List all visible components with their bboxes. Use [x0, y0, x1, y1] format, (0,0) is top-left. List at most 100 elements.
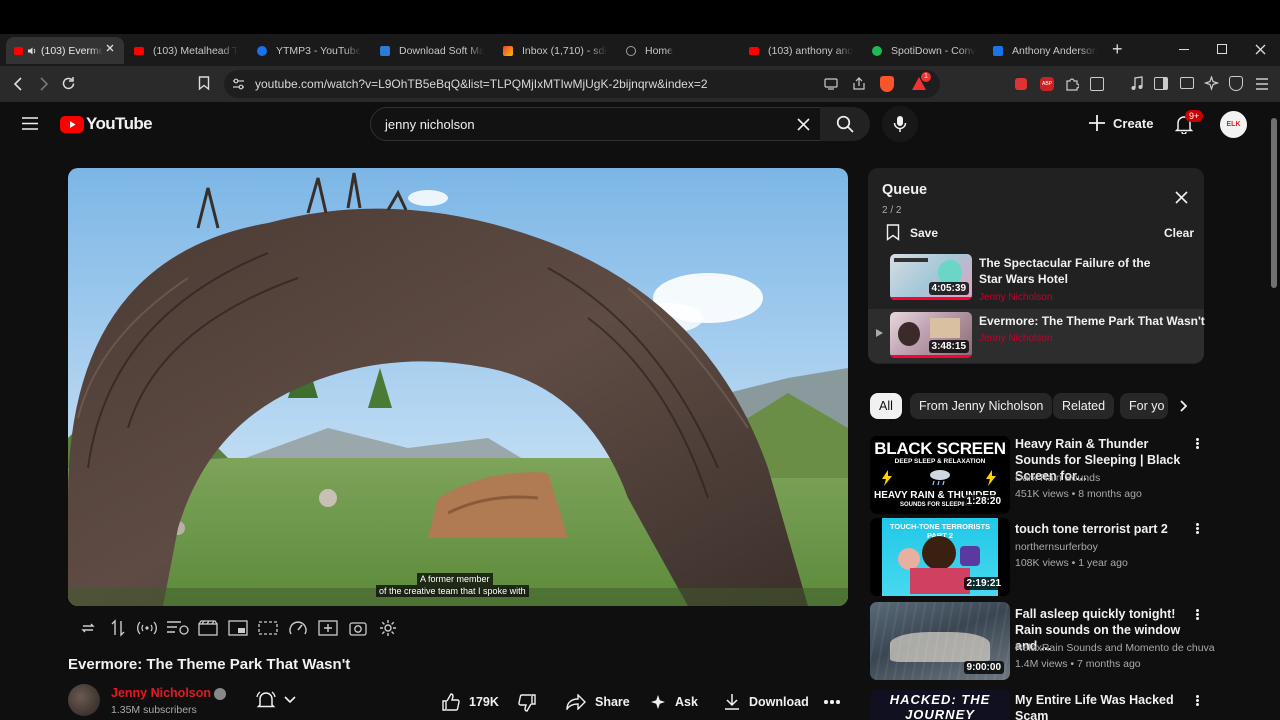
like-button[interactable]: 179K — [442, 693, 499, 711]
recommendation-menu-icon[interactable] — [1190, 694, 1204, 710]
verified-icon — [214, 688, 226, 700]
clear-search-icon[interactable] — [797, 118, 810, 131]
tab[interactable]: Home — [626, 37, 730, 64]
url-field[interactable]: youtube.com/watch?v=L9OhTB5eBqQ&list=TLP… — [224, 70, 940, 98]
recommendation-menu-icon[interactable] — [1190, 522, 1204, 538]
download-button[interactable]: Download — [714, 686, 821, 718]
voice-search-button[interactable] — [882, 106, 918, 142]
tab[interactable]: SpotiDown - Conv — [872, 37, 976, 64]
share-button[interactable]: Share — [556, 686, 642, 718]
share-page-icon[interactable] — [852, 77, 866, 91]
chip-all[interactable]: All — [870, 393, 902, 419]
theater-mode-icon[interactable] — [258, 620, 278, 636]
softmany-favicon-icon — [380, 45, 390, 56]
queue-item[interactable]: 4:05:39 The Spectacular Failure of the S… — [868, 252, 1204, 306]
brave-shield-icon[interactable] — [880, 76, 894, 92]
globe-icon — [626, 45, 636, 56]
chip-related[interactable]: Related — [1053, 393, 1115, 419]
avatar[interactable]: ELK — [1220, 111, 1247, 138]
music-icon[interactable] — [1130, 76, 1144, 91]
chips-scroll-right[interactable] — [1168, 392, 1200, 420]
add-to-playlist-icon[interactable] — [318, 620, 338, 636]
recommendation-menu-icon[interactable] — [1190, 608, 1204, 624]
ask-button[interactable]: Ask — [642, 686, 710, 718]
recommendation-channel[interactable]: RelaxRain Sounds and Momento de chuva — [1015, 642, 1215, 654]
tab[interactable]: YTMP3 - YouTube — [257, 37, 361, 64]
recommendation-thumbnail[interactable]: 9:00:00 — [870, 602, 1010, 680]
like-count: 179K — [469, 695, 499, 709]
download-label: Download — [749, 695, 809, 709]
settings-gear-icon[interactable] — [379, 619, 397, 637]
video-player[interactable]: A former member of the creative team tha… — [68, 168, 848, 606]
tab-label: Anthony Anderson — [1012, 44, 1097, 57]
tab[interactable]: (103) Metalhead T — [134, 37, 238, 64]
tab-label: Inbox (1,710) - sdi — [522, 44, 607, 57]
create-button[interactable]: Create — [1088, 114, 1153, 132]
chip-from-channel[interactable]: From Jenny Nicholson — [910, 393, 1053, 419]
back-icon[interactable] — [12, 77, 24, 91]
browser-menu-icon[interactable] — [1255, 78, 1269, 90]
minimize-icon[interactable] — [1179, 49, 1189, 50]
recommendation-title[interactable]: touch tone terrorist part 2 — [1015, 521, 1185, 537]
sort-icon[interactable] — [110, 619, 126, 637]
adblock-icon[interactable]: ABP — [1040, 77, 1054, 91]
recommendation-thumbnail[interactable]: HACKED: THE JOURNEY — [870, 690, 1010, 720]
playlist-view-icon[interactable] — [166, 620, 190, 636]
recommendation-channel[interactable]: Dark Rain Sounds — [1015, 472, 1100, 484]
leo-ai-icon[interactable] — [1204, 76, 1219, 91]
queue-save-button[interactable]: Save — [886, 224, 938, 241]
camera-icon[interactable] — [349, 620, 367, 636]
tab-close-icon[interactable] — [105, 43, 115, 53]
speed-icon[interactable] — [288, 619, 308, 637]
queue-clear-button[interactable]: Clear — [1164, 226, 1194, 240]
notification-count-badge: 9+ — [1185, 110, 1204, 122]
tab-active[interactable]: (103) Evermore — [6, 37, 124, 64]
recommendation-menu-icon[interactable] — [1190, 437, 1204, 453]
recommendation-channel[interactable]: northernsurferboy — [1015, 541, 1098, 553]
screenshot-icon[interactable] — [1090, 77, 1104, 91]
tab[interactable]: Inbox (1,710) - sdi — [503, 37, 607, 64]
tab[interactable]: Anthony Anderson — [993, 37, 1097, 64]
wallet-icon[interactable] — [1180, 77, 1194, 89]
site-settings-icon[interactable] — [232, 78, 245, 90]
page-scrollbar[interactable] — [1271, 118, 1277, 288]
dislike-button[interactable] — [518, 694, 536, 712]
chip-for-you[interactable]: For yo — [1120, 393, 1168, 419]
lightning-icon — [986, 470, 996, 486]
audio-boost-icon[interactable] — [136, 620, 158, 636]
spotidown-favicon-icon — [872, 45, 882, 56]
forward-icon[interactable] — [38, 77, 50, 91]
clapper-icon[interactable] — [198, 620, 218, 636]
puzzle-extensions-icon[interactable] — [1065, 77, 1079, 91]
sidebar-icon[interactable] — [1154, 77, 1168, 90]
queue-item-thumbnail: 4:05:39 — [890, 254, 972, 300]
search-button[interactable] — [820, 107, 870, 141]
channel-name[interactable]: Jenny Nicholson — [111, 686, 211, 700]
cast-icon[interactable] — [824, 78, 838, 90]
loop-icon[interactable] — [80, 620, 96, 636]
more-actions-icon[interactable] — [824, 700, 840, 704]
tab[interactable]: Download Soft Ma — [380, 37, 484, 64]
tab[interactable]: (103) anthony and — [749, 37, 853, 64]
queue-close-icon[interactable] — [1175, 191, 1188, 204]
search-input[interactable]: jenny nicholson — [370, 107, 826, 141]
new-tab-button[interactable]: + — [1112, 39, 1123, 60]
recommendation-thumbnail[interactable]: TOUCH-TONE TERRORISTS PART 2 2:19:21 — [870, 518, 1010, 596]
subscribe-bell-button[interactable] — [256, 690, 296, 710]
pip-icon[interactable] — [228, 620, 248, 636]
extension-icon[interactable] — [1015, 78, 1027, 90]
channel-avatar[interactable] — [68, 684, 100, 716]
recommendation-thumbnail[interactable]: BLACK SCREEN DEEP SLEEP & RELAXATION HEA… — [870, 436, 1010, 514]
window-close-icon[interactable] — [1255, 44, 1266, 55]
vpn-icon[interactable] — [1229, 76, 1243, 91]
recommendation-title[interactable]: My Entire Life Was Hacked Scam — [1015, 692, 1185, 720]
youtube-logo[interactable]: YouTube — [60, 114, 153, 134]
queue-item-now-playing[interactable]: 3:48:15 Evermore: The Theme Park That Wa… — [868, 309, 1205, 363]
maximize-icon[interactable] — [1217, 44, 1227, 54]
hamburger-menu-icon[interactable] — [22, 117, 38, 130]
bookmark-icon[interactable] — [198, 76, 210, 91]
duration-badge: 3:48:15 — [928, 340, 969, 353]
speaker-icon[interactable] — [27, 46, 37, 56]
reload-icon[interactable] — [61, 76, 76, 91]
ask-label: Ask — [675, 695, 698, 709]
